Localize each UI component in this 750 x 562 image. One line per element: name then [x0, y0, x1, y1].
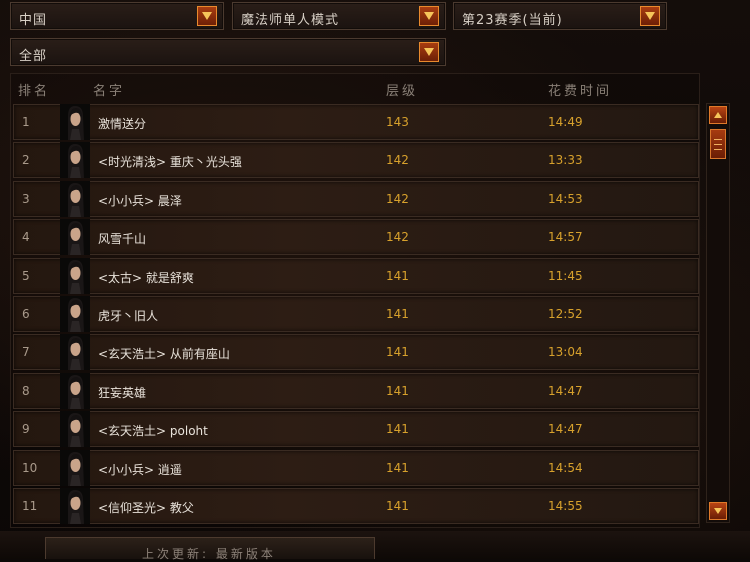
row-player-name[interactable]: <小小兵> 逍遥 [98, 461, 182, 478]
row-level: 141 [386, 307, 409, 321]
row-player-name[interactable]: 虎牙丶旧人 [98, 307, 158, 324]
row-player-name[interactable]: <时光清浅> 重庆丶光头强 [98, 153, 242, 170]
wizard-portrait-icon [60, 257, 90, 294]
chevron-down-icon[interactable] [640, 6, 660, 26]
table-row[interactable]: 3 <小小兵> 晨泽 142 14:53 [13, 180, 699, 217]
table-row[interactable]: 9 <玄天浩土> poloht 141 14:47 [13, 411, 699, 448]
wizard-portrait-icon [60, 219, 90, 256]
table-row[interactable]: 6 虎牙丶旧人 141 12:52 [13, 296, 699, 332]
row-time: 14:47 [548, 383, 583, 398]
region-dropdown-label: 中国 [19, 13, 48, 28]
row-level: 143 [386, 115, 409, 129]
row-rank: 1 [22, 115, 30, 129]
table-row[interactable]: 11 <信仰圣光> 教父 141 14:55 [13, 488, 699, 524]
row-level: 142 [386, 230, 409, 245]
row-level: 142 [386, 191, 409, 206]
column-header-level[interactable]: 层级 [386, 80, 418, 99]
column-header-rank[interactable]: 排名 [18, 80, 50, 99]
row-rank: 11 [22, 499, 38, 513]
row-rank: 8 [22, 383, 30, 398]
row-level: 141 [386, 460, 409, 475]
row-time: 11:45 [548, 268, 583, 283]
table-row[interactable]: 10 <小小兵> 逍遥 141 14:54 [13, 449, 699, 486]
row-time: 14:47 [548, 422, 583, 437]
last-updated-text: 上次更新: 最新版本 [142, 547, 276, 561]
row-time: 14:49 [548, 115, 583, 129]
wizard-portrait-icon [60, 104, 90, 140]
row-player-name[interactable]: <玄天浩土> 从前有座山 [98, 345, 230, 362]
mode-dropdown[interactable]: 魔法师单人模式 [232, 2, 446, 30]
chevron-down-icon[interactable] [419, 6, 439, 26]
table-row[interactable]: 8 狂妄英雄 141 14:47 [13, 372, 699, 409]
arrow-up-icon[interactable] [709, 106, 727, 124]
chevron-down-icon[interactable] [419, 42, 439, 62]
region-dropdown[interactable]: 中国 [10, 2, 224, 30]
row-rank: 2 [22, 153, 30, 168]
row-player-name[interactable]: <小小兵> 晨泽 [98, 192, 182, 209]
row-player-name[interactable]: 风雪千山 [98, 230, 146, 247]
wizard-portrait-icon [60, 449, 90, 486]
wizard-portrait-icon [60, 488, 90, 524]
wizard-portrait-icon [60, 411, 90, 448]
column-header-time[interactable]: 花费时间 [548, 80, 612, 99]
arrow-down-icon[interactable] [709, 502, 727, 520]
row-level: 141 [386, 345, 409, 360]
row-player-name[interactable]: 激情送分 [98, 115, 146, 132]
table-row[interactable]: 1 激情送分 143 14:49 [13, 104, 699, 140]
wizard-portrait-icon [60, 180, 90, 217]
row-level: 142 [386, 153, 409, 168]
wizard-portrait-icon [60, 372, 90, 409]
row-level: 141 [386, 383, 409, 398]
wizard-portrait-icon [60, 334, 90, 371]
row-time: 13:04 [548, 345, 583, 360]
table-row[interactable]: 4 风雪千山 142 14:57 [13, 219, 699, 256]
category-dropdown-label: 全部 [19, 49, 48, 64]
row-time: 14:57 [548, 230, 583, 245]
row-player-name[interactable]: <太古> 就是舒爽 [98, 269, 194, 286]
row-player-name[interactable]: <信仰圣光> 教父 [98, 499, 194, 516]
row-time: 13:33 [548, 153, 583, 168]
column-header-name[interactable]: 名字 [93, 80, 125, 99]
mode-dropdown-label: 魔法师单人模式 [241, 13, 340, 28]
row-player-name[interactable]: <玄天浩土> poloht [98, 422, 208, 439]
row-level: 141 [386, 499, 409, 513]
row-level: 141 [386, 422, 409, 437]
row-rank: 4 [22, 230, 30, 245]
row-time: 14:54 [548, 460, 583, 475]
season-dropdown-label: 第23赛季(当前) [462, 13, 563, 28]
row-rank: 9 [22, 422, 30, 437]
scrollbar[interactable] [706, 103, 730, 523]
row-time: 14:53 [548, 191, 583, 206]
row-level: 141 [386, 268, 409, 283]
category-dropdown[interactable]: 全部 [10, 38, 446, 66]
chevron-down-icon[interactable] [197, 6, 217, 26]
wizard-portrait-icon [60, 296, 90, 332]
footer-bar: 上次更新: 最新版本 [0, 531, 750, 561]
wizard-portrait-icon [60, 142, 90, 179]
table-row[interactable]: 7 <玄天浩土> 从前有座山 141 13:04 [13, 334, 699, 371]
row-player-name[interactable]: 狂妄英雄 [98, 384, 146, 401]
table-row[interactable]: 5 <太古> 就是舒爽 141 11:45 [13, 257, 699, 294]
season-dropdown[interactable]: 第23赛季(当前) [453, 2, 667, 30]
row-rank: 7 [22, 345, 30, 360]
row-rank: 6 [22, 307, 30, 321]
row-time: 14:55 [548, 499, 583, 513]
row-rank: 10 [22, 460, 38, 475]
row-rank: 5 [22, 268, 30, 283]
row-time: 12:52 [548, 307, 583, 321]
scrollbar-thumb[interactable] [710, 129, 726, 159]
row-rank: 3 [22, 191, 30, 206]
table-row[interactable]: 2 <时光清浅> 重庆丶光头强 142 13:33 [13, 142, 699, 179]
